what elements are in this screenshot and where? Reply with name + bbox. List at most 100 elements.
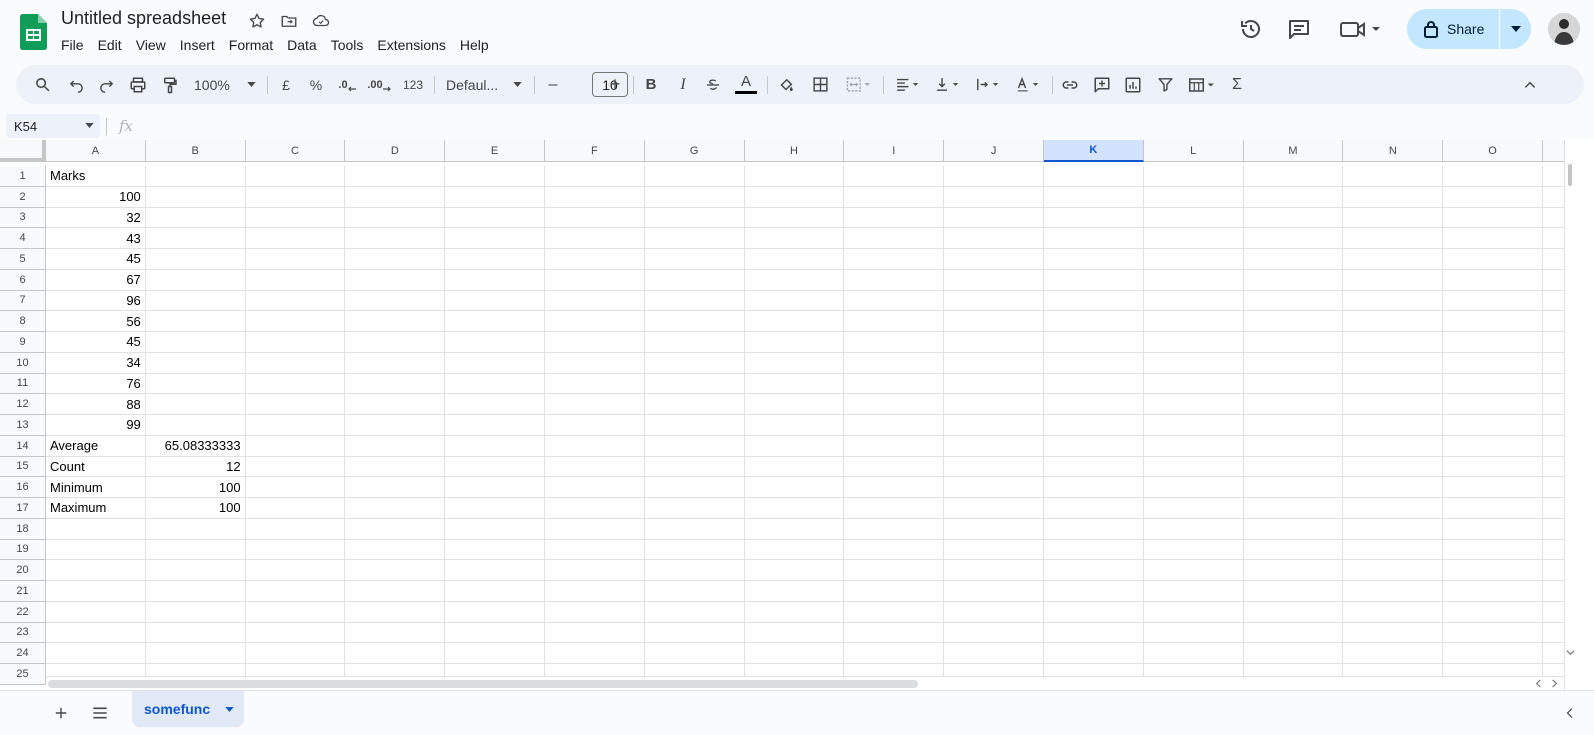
row-header-21[interactable]: 21 xyxy=(0,581,46,602)
cell[interactable] xyxy=(1044,352,1144,374)
cell[interactable] xyxy=(245,186,346,208)
cell[interactable] xyxy=(844,477,945,498)
cell[interactable] xyxy=(245,352,346,374)
cell[interactable] xyxy=(944,186,1044,208)
cell[interactable] xyxy=(1143,415,1244,436)
cell[interactable] xyxy=(1343,186,1444,208)
cell[interactable] xyxy=(944,560,1044,581)
cell[interactable] xyxy=(245,601,346,623)
cell[interactable] xyxy=(944,394,1044,415)
cell[interactable] xyxy=(944,456,1044,478)
cell-a11[interactable]: 76 xyxy=(46,373,146,395)
cell[interactable] xyxy=(545,456,645,478)
star-icon[interactable] xyxy=(246,10,268,32)
cell[interactable] xyxy=(1343,435,1444,457)
cell[interactable] xyxy=(1443,477,1543,498)
cell[interactable] xyxy=(744,249,845,270)
cell[interactable] xyxy=(1243,498,1344,519)
cell[interactable] xyxy=(944,207,1044,229)
cell[interactable] xyxy=(744,186,845,208)
increase-decimal-button[interactable]: .00 xyxy=(365,65,393,104)
cell[interactable] xyxy=(1343,332,1444,353)
cell-a17[interactable]: Maximum xyxy=(46,498,146,519)
cell[interactable] xyxy=(345,311,446,332)
cell[interactable] xyxy=(445,622,545,644)
cell[interactable] xyxy=(944,601,1044,623)
cell[interactable] xyxy=(644,498,745,519)
cell[interactable] xyxy=(1243,456,1344,478)
cell[interactable] xyxy=(1143,601,1244,623)
cell[interactable] xyxy=(1143,166,1244,187)
cell[interactable] xyxy=(844,415,945,436)
cell[interactable] xyxy=(1243,207,1344,229)
cell[interactable] xyxy=(844,290,945,312)
cell[interactable] xyxy=(1343,601,1444,623)
cell[interactable] xyxy=(1243,352,1344,374)
decrease-font-size-button[interactable]: – xyxy=(542,65,564,104)
cell[interactable] xyxy=(644,456,745,478)
cell[interactable] xyxy=(46,539,146,561)
cell[interactable] xyxy=(944,249,1044,270)
cell[interactable] xyxy=(445,249,545,270)
cell[interactable] xyxy=(1143,498,1244,519)
cell[interactable] xyxy=(1143,456,1244,478)
cell[interactable] xyxy=(545,477,645,498)
cell-a6[interactable]: 67 xyxy=(46,269,146,291)
font-family-select[interactable]: Defaul... xyxy=(442,65,526,104)
cell[interactable] xyxy=(1243,290,1344,312)
cell[interactable] xyxy=(1443,601,1543,623)
cell[interactable] xyxy=(1243,311,1344,332)
cell[interactable] xyxy=(944,269,1044,291)
cell[interactable] xyxy=(644,207,745,229)
cell[interactable] xyxy=(844,560,945,581)
cell-b14[interactable]: 65.08333333 xyxy=(145,435,246,457)
cell[interactable] xyxy=(145,643,246,664)
cell[interactable] xyxy=(1443,249,1543,270)
cell[interactable] xyxy=(1044,435,1144,457)
insert-link-icon[interactable] xyxy=(1058,65,1082,104)
cell[interactable] xyxy=(445,373,545,395)
cell[interactable] xyxy=(545,207,645,229)
cell[interactable] xyxy=(944,518,1044,540)
cell[interactable] xyxy=(744,373,845,395)
cell[interactable] xyxy=(944,166,1044,187)
column-header-h[interactable]: H xyxy=(744,140,845,162)
cell[interactable] xyxy=(545,394,645,415)
cell[interactable] xyxy=(744,498,845,519)
row-header-6[interactable]: 6 xyxy=(0,269,46,291)
cell[interactable] xyxy=(1243,622,1344,644)
cell[interactable] xyxy=(1443,539,1543,561)
name-box[interactable]: K54 xyxy=(6,114,100,138)
cell[interactable] xyxy=(1343,456,1444,478)
cell[interactable] xyxy=(345,477,446,498)
cell[interactable] xyxy=(1044,498,1144,519)
cell[interactable] xyxy=(445,581,545,602)
cell[interactable] xyxy=(545,581,645,602)
cell[interactable] xyxy=(1443,332,1543,353)
cell[interactable] xyxy=(644,269,745,291)
cell[interactable] xyxy=(944,643,1044,664)
cell[interactable] xyxy=(1443,269,1543,291)
cell[interactable] xyxy=(345,643,446,664)
cell[interactable] xyxy=(1443,622,1543,644)
cell[interactable] xyxy=(1143,518,1244,540)
cell[interactable] xyxy=(245,269,346,291)
cell[interactable] xyxy=(1044,186,1144,208)
cell[interactable] xyxy=(844,498,945,519)
cell[interactable] xyxy=(345,352,446,374)
cell[interactable] xyxy=(1343,581,1444,602)
cell[interactable] xyxy=(1443,394,1543,415)
cell[interactable] xyxy=(345,207,446,229)
cell[interactable] xyxy=(1343,290,1444,312)
zoom-select[interactable]: 100% xyxy=(190,65,260,104)
redo-icon[interactable] xyxy=(94,65,118,104)
menu-edit[interactable]: Edit xyxy=(91,35,129,55)
more-formats-button[interactable]: 123 xyxy=(399,65,427,104)
formula-input[interactable] xyxy=(142,116,1582,137)
row-header-17[interactable]: 17 xyxy=(0,498,46,519)
cell[interactable] xyxy=(145,394,246,415)
cell-a9[interactable]: 45 xyxy=(46,332,146,353)
spreadsheet-grid[interactable]: A B C D E F G H I J K L M N O 1 Marks 2 100 3 32 4 43 5 45 6 67 7 96… xyxy=(0,140,1594,690)
cell[interactable] xyxy=(844,622,945,644)
cell[interactable] xyxy=(1343,166,1444,187)
